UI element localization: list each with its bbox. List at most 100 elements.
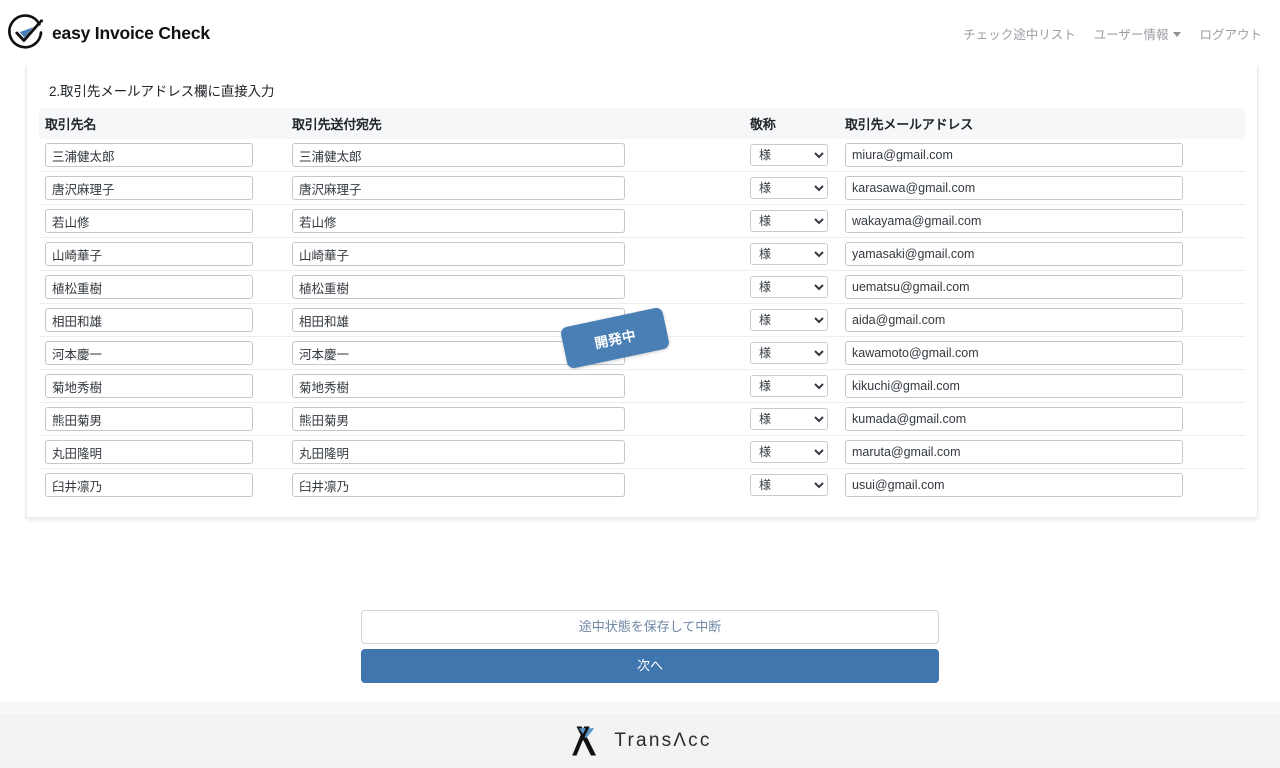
contact-name-input[interactable] [45,209,253,233]
table-row: 様御中殿 [39,139,1245,172]
honorific-select[interactable]: 様御中殿 [750,342,828,364]
site-footer: TransΛcc [0,714,1280,768]
destination-input[interactable] [292,374,625,398]
cell-email [839,204,1189,238]
table-row: 様御中殿 [39,270,1245,304]
brand-name: easy Invoice Check [52,22,210,43]
cell-destination [286,139,631,172]
cell-email [839,303,1189,337]
contact-name-input[interactable] [45,275,253,299]
cell-name [39,336,259,370]
cell-honorific: 様御中殿 [744,171,839,205]
contact-name-input[interactable] [45,341,253,365]
destination-input[interactable] [292,209,625,233]
cell-spacer [1189,468,1245,501]
honorific-select[interactable]: 様御中殿 [750,144,828,166]
cell-honorific: 様御中殿 [744,270,839,304]
email-input[interactable] [845,407,1183,431]
email-input[interactable] [845,176,1183,200]
cell-spacer [259,435,286,469]
honorific-select[interactable]: 様御中殿 [750,243,828,265]
email-input[interactable] [845,440,1183,464]
honorific-select[interactable]: 様御中殿 [750,276,828,298]
cell-name [39,402,259,436]
cell-email [839,402,1189,436]
cell-spacer [631,270,744,304]
cell-destination [286,171,631,205]
nav-user-info[interactable]: ユーザー情報 [1094,24,1182,43]
destination-input[interactable] [292,407,625,431]
contact-name-input[interactable] [45,308,253,332]
cell-spacer [631,402,744,436]
cell-spacer [1189,139,1245,172]
honorific-select[interactable]: 様御中殿 [750,474,828,496]
brand[interactable]: easy Invoice Check [6,13,210,53]
contact-name-input[interactable] [45,242,253,266]
content-wrap: 2.取引先メールアドレス欄に直接入力 取引先名 取引先送付宛先 敬称 取引先メー… [0,66,1280,683]
cell-spacer [1189,402,1245,436]
cell-name [39,468,259,501]
honorific-select[interactable]: 様御中殿 [750,309,828,331]
email-input[interactable] [845,275,1183,299]
nav-check-list[interactable]: チェック途中リスト [963,24,1076,43]
next-button[interactable]: 次へ [361,649,939,683]
honorific-select[interactable]: 様御中殿 [750,441,828,463]
destination-input[interactable] [292,242,625,266]
cell-spacer [1189,435,1245,469]
honorific-select[interactable]: 様御中殿 [750,177,828,199]
contact-name-input[interactable] [45,473,253,497]
cell-spacer [1189,270,1245,304]
cell-spacer [259,369,286,403]
transacc-x-icon [572,726,597,756]
table-row: 様御中殿 [39,237,1245,271]
cell-spacer [1189,369,1245,403]
form-actions: 途中状態を保存して中断 次へ [361,610,939,683]
cell-destination [286,204,631,238]
cell-spacer [1189,303,1245,337]
contact-name-input[interactable] [45,374,253,398]
honorific-select[interactable]: 様御中殿 [750,210,828,232]
contact-name-input[interactable] [45,176,253,200]
destination-input[interactable] [292,440,625,464]
honorific-select[interactable]: 様御中殿 [750,375,828,397]
email-input[interactable] [845,242,1183,266]
nav-logout[interactable]: ログアウト [1199,24,1262,43]
cell-email [839,336,1189,370]
cell-email [839,139,1189,172]
destination-input[interactable] [292,473,625,497]
honorific-select[interactable]: 様御中殿 [750,408,828,430]
cell-honorific: 様御中殿 [744,204,839,238]
cell-honorific: 様御中殿 [744,468,839,501]
email-input[interactable] [845,143,1183,167]
email-input[interactable] [845,341,1183,365]
cell-destination [286,402,631,436]
col-header-destination: 取引先送付宛先 [286,108,631,139]
table-head: 取引先名 取引先送付宛先 敬称 取引先メールアドレス [39,108,1245,139]
save-and-pause-button[interactable]: 途中状態を保存して中断 [361,610,939,644]
footer-brand-name: TransΛcc [614,730,712,751]
destination-input[interactable] [292,176,625,200]
cell-spacer [631,139,744,172]
email-input[interactable] [845,473,1183,497]
cell-spacer [1189,237,1245,271]
destination-input[interactable] [292,275,625,299]
cell-email [839,171,1189,205]
cell-email [839,369,1189,403]
cell-spacer [259,139,286,172]
cell-name [39,435,259,469]
email-input[interactable] [845,209,1183,233]
table-row: 様御中殿 [39,369,1245,403]
cell-email [839,270,1189,304]
contact-name-input[interactable] [45,143,253,167]
table-row: 様御中殿 [39,204,1245,238]
contact-name-input[interactable] [45,440,253,464]
email-input[interactable] [845,308,1183,332]
cell-destination [286,468,631,501]
cell-spacer [631,237,744,271]
contact-name-input[interactable] [45,407,253,431]
chevron-down-icon [1173,31,1182,37]
destination-input[interactable] [292,143,625,167]
email-input[interactable] [845,374,1183,398]
cell-spacer [1189,171,1245,205]
col-header-spacer1 [259,108,286,139]
